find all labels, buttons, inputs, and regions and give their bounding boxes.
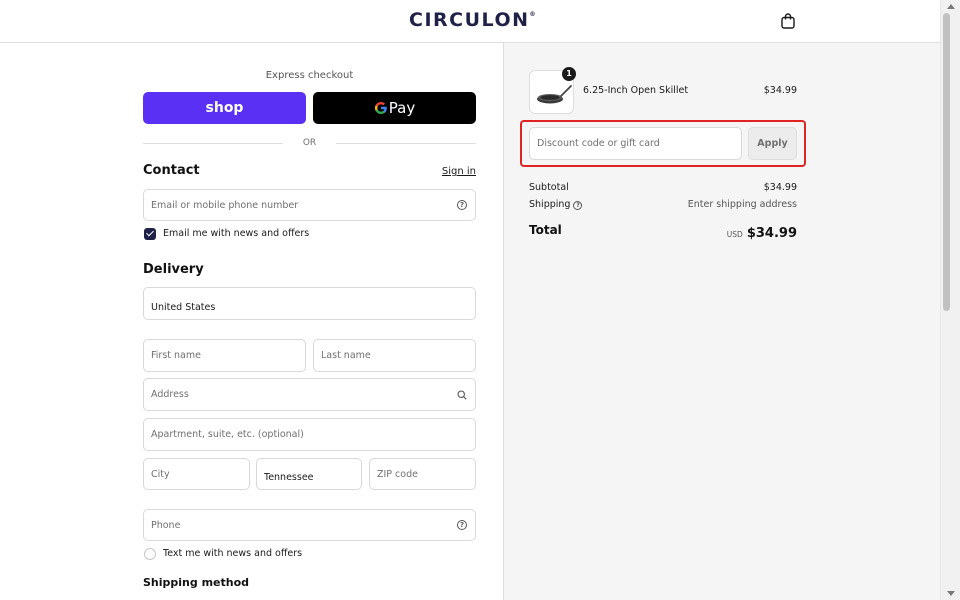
shipping-label: Shipping: [529, 199, 571, 210]
subtotal-value: $34.99: [763, 182, 797, 193]
apply-discount-button[interactable]: Apply: [748, 127, 797, 160]
country-select[interactable]: United States: [143, 287, 476, 320]
shipping-row: Shipping? Enter shipping address: [529, 199, 797, 212]
zip-wrapper: [369, 458, 476, 490]
city-field[interactable]: [144, 459, 249, 489]
apartment-field[interactable]: [144, 419, 475, 450]
email-field[interactable]: [144, 190, 475, 220]
state-value: Tennessee: [264, 472, 314, 483]
subtotal-row: Subtotal $34.99: [529, 182, 797, 195]
zip-code-field[interactable]: [370, 459, 475, 489]
first-name-wrapper: [143, 339, 306, 372]
help-icon[interactable]: ?: [457, 200, 467, 210]
newsletter-checkbox[interactable]: [144, 228, 156, 240]
logo-text: CIRCULON: [409, 9, 530, 31]
scroll-down-arrow-icon[interactable]: [947, 591, 955, 596]
apartment-wrapper: [143, 418, 476, 451]
first-name-field[interactable]: [144, 340, 305, 371]
delivery-heading: Delivery: [143, 262, 204, 277]
shipping-value: Enter shipping address: [687, 199, 797, 210]
google-pay-button[interactable]: Pay: [313, 92, 476, 124]
google-pay-label: Pay: [388, 99, 416, 117]
shopping-bag-icon[interactable]: [781, 13, 795, 29]
shop-pay-button[interactable]: shop: [143, 92, 306, 124]
newsletter-label: Email me with news and offers: [163, 228, 310, 239]
product-name: 6.25-Inch Open Skillet: [583, 85, 689, 96]
total-value: $34.99: [746, 226, 797, 241]
last-name-field[interactable]: [314, 340, 475, 371]
phone-help-icon[interactable]: ?: [457, 520, 467, 530]
sms-checkbox[interactable]: [144, 548, 156, 560]
sms-label: Text me with news and offers: [163, 548, 303, 559]
total-amount: USD $34.99: [650, 222, 797, 241]
search-icon: [457, 389, 467, 400]
express-checkout-label: Express checkout: [265, 70, 354, 81]
google-g-icon: [374, 102, 387, 114]
address-wrapper: [143, 378, 476, 411]
circulon-logo[interactable]: CIRCULON®: [409, 9, 536, 31]
page-scrollbar[interactable]: [940, 0, 960, 600]
state-select[interactable]: Tennessee: [256, 458, 362, 490]
site-header: CIRCULON®: [0, 0, 940, 43]
country-value: United States: [151, 302, 216, 313]
shipping-method-heading: Shipping method: [143, 576, 250, 589]
last-name-wrapper: [313, 339, 476, 372]
scrollbar-thumb[interactable]: [943, 13, 950, 311]
shipping-help-icon[interactable]: ?: [573, 201, 583, 210]
registered-mark: ®: [529, 11, 536, 18]
email-field-wrapper: ?: [143, 189, 476, 221]
shipping-label-group: Shipping?: [529, 199, 583, 210]
product-price: $34.99: [763, 85, 797, 96]
subtotal-label: Subtotal: [529, 182, 569, 193]
or-label: OR: [302, 138, 317, 148]
scroll-up-arrow-icon[interactable]: [947, 4, 955, 9]
total-currency: USD: [726, 230, 743, 239]
phone-field[interactable]: [144, 510, 475, 540]
phone-wrapper: ?: [143, 509, 476, 541]
address-field[interactable]: [144, 379, 475, 410]
discount-field-wrapper: [529, 127, 742, 160]
sms-option[interactable]: Text me with news and offers: [144, 547, 344, 561]
total-label: Total: [529, 223, 562, 237]
discount-code-input[interactable]: [530, 128, 741, 159]
city-wrapper: [143, 458, 250, 490]
sign-in-link[interactable]: Sign in: [436, 166, 476, 177]
contact-heading: Contact: [143, 163, 200, 178]
or-divider: OR: [143, 136, 476, 150]
quantity-badge: 1: [562, 67, 576, 81]
newsletter-option[interactable]: Email me with news and offers: [144, 227, 344, 241]
